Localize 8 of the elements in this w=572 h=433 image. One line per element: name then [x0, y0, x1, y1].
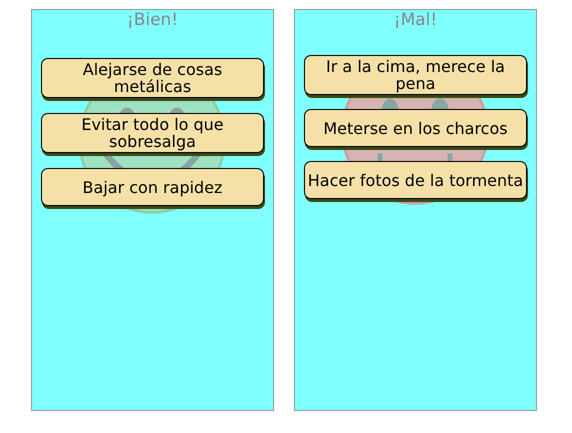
answer-card[interactable]: Ir a la cima, merece la pena — [304, 55, 527, 95]
answer-card[interactable]: Hacer fotos de la tormenta — [304, 161, 527, 199]
column-title: ¡Bien! — [126, 10, 180, 32]
answer-card[interactable]: Alejarse de cosas metálicas — [41, 58, 264, 98]
answer-card[interactable]: Meterse en los charcos — [304, 109, 527, 147]
answer-card[interactable]: Bajar con rapidez — [41, 168, 264, 206]
column-title: ¡Mal! — [392, 10, 438, 32]
answer-card[interactable]: Evitar todo lo que sobresalga — [41, 113, 264, 153]
